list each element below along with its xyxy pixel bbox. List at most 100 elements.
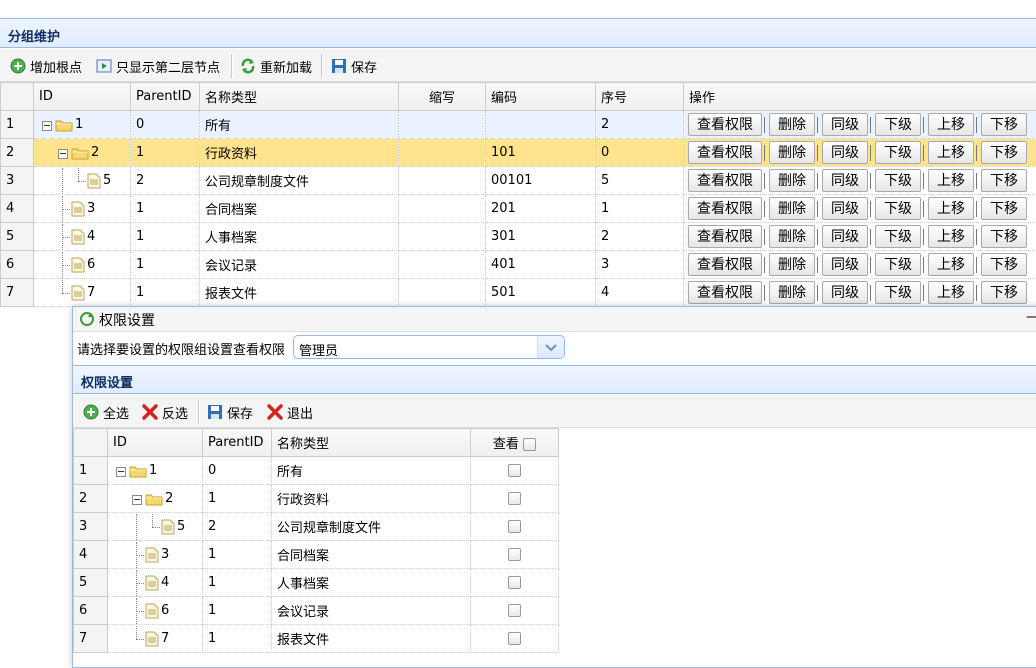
col-header-name[interactable]: 名称类型 (200, 83, 399, 111)
table-row[interactable]: 110所有 (74, 457, 559, 485)
op-separator (817, 145, 821, 161)
view-permission-button[interactable]: 查看权限 (688, 253, 762, 276)
collapse-toggle-icon[interactable] (113, 458, 129, 484)
sub-level-button[interactable]: 下级 (875, 281, 921, 304)
same-level-button[interactable]: 同级 (822, 225, 868, 248)
move-up-button[interactable]: 上移 (928, 113, 974, 136)
move-up-button[interactable]: 上移 (928, 141, 974, 164)
col-header-order[interactable]: 序号 (596, 83, 684, 111)
view-permission-button[interactable]: 查看权限 (688, 169, 762, 192)
node-id: 5 (177, 519, 185, 534)
chevron-down-icon[interactable] (537, 336, 564, 358)
col-header-parent[interactable]: ParentID (131, 83, 200, 111)
reload-button[interactable]: 重新加载 (240, 56, 312, 76)
delete-button[interactable]: 删除 (769, 169, 815, 192)
move-down-button[interactable]: 下移 (981, 169, 1027, 192)
col-header-id[interactable]: ID (34, 83, 131, 111)
table-row[interactable]: 541人事档案3012查看权限删除同级下级上移下移 (1, 223, 1036, 251)
same-level-button[interactable]: 同级 (822, 169, 868, 192)
sub-level-button[interactable]: 下级 (875, 169, 921, 192)
select-all-button[interactable]: 全选 (83, 402, 129, 422)
op-separator (764, 173, 768, 189)
collapse-toggle-icon[interactable] (55, 140, 71, 166)
view-permission-checkbox[interactable] (508, 492, 521, 505)
view-permission-checkbox[interactable] (508, 632, 521, 645)
move-down-button[interactable]: 下移 (981, 113, 1027, 136)
group-combobox[interactable]: 管理员 (293, 335, 565, 359)
table-row[interactable]: 352公司规章制度文件001015查看权限删除同级下级上移下移 (1, 167, 1036, 195)
col-header-abbr[interactable]: 缩写 (399, 83, 486, 111)
sub-level-button[interactable]: 下级 (875, 141, 921, 164)
file-icon (71, 201, 85, 217)
show-second-level-button[interactable]: 只显示第二层节点 (96, 56, 220, 76)
move-up-button[interactable]: 上移 (928, 225, 974, 248)
node-id: 1 (75, 117, 83, 132)
delete-button[interactable]: 删除 (769, 113, 815, 136)
move-down-button[interactable]: 下移 (981, 141, 1027, 164)
delete-button[interactable]: 删除 (769, 281, 815, 304)
minimize-button[interactable]: — (1026, 309, 1036, 325)
view-all-checkbox[interactable] (523, 438, 536, 451)
operations-cell: 查看权限删除同级下级上移下移 (684, 195, 1036, 223)
view-permission-button[interactable]: 查看权限 (688, 281, 762, 304)
delete-button[interactable]: 删除 (769, 225, 815, 248)
view-permission-checkbox[interactable] (508, 548, 521, 561)
view-permission-checkbox[interactable] (508, 576, 521, 589)
delete-button[interactable]: 删除 (769, 141, 815, 164)
view-permission-button[interactable]: 查看权限 (688, 225, 762, 248)
invert-selection-button[interactable]: 反选 (142, 402, 188, 422)
view-permission-button[interactable]: 查看权限 (688, 141, 762, 164)
view-permission-checkbox[interactable] (508, 464, 521, 477)
table-row[interactable]: 110所有2查看权限删除同级下级上移下移 (1, 111, 1036, 139)
move-up-button[interactable]: 上移 (928, 281, 974, 304)
table-row[interactable]: 431合同档案 (74, 541, 559, 569)
move-up-button[interactable]: 上移 (928, 169, 974, 192)
table-row[interactable]: 221行政资料1010查看权限删除同级下级上移下移 (1, 139, 1036, 167)
table-row[interactable]: 541人事档案 (74, 569, 559, 597)
same-level-button[interactable]: 同级 (822, 281, 868, 304)
table-row[interactable]: 661会议记录 (74, 597, 559, 625)
same-level-button[interactable]: 同级 (822, 197, 868, 220)
add-root-button[interactable]: 增加根点 (10, 56, 82, 76)
file-icon (145, 575, 159, 591)
same-level-button[interactable]: 同级 (822, 253, 868, 276)
table-row[interactable]: 431合同档案2011查看权限删除同级下级上移下移 (1, 195, 1036, 223)
same-level-button[interactable]: 同级 (822, 113, 868, 136)
table-row[interactable]: 352公司规章制度文件 (74, 513, 559, 541)
save-button[interactable]: 保存 (331, 56, 377, 76)
sub-level-button[interactable]: 下级 (875, 197, 921, 220)
perm-col-header-view[interactable]: 查看 (471, 429, 559, 457)
code-cell (486, 111, 596, 139)
table-row[interactable]: 221行政资料 (74, 485, 559, 513)
same-level-button[interactable]: 同级 (822, 141, 868, 164)
sub-level-button[interactable]: 下级 (875, 253, 921, 276)
perm-col-header-parent[interactable]: ParentID (203, 429, 272, 457)
collapse-toggle-icon[interactable] (129, 486, 145, 512)
delete-button[interactable]: 删除 (769, 197, 815, 220)
delete-button[interactable]: 删除 (769, 253, 815, 276)
sub-level-button[interactable]: 下级 (875, 225, 921, 248)
move-down-button[interactable]: 下移 (981, 225, 1027, 248)
move-down-button[interactable]: 下移 (981, 197, 1027, 220)
view-permission-checkbox[interactable] (508, 520, 521, 533)
collapse-toggle-icon[interactable] (39, 112, 55, 138)
move-down-button[interactable]: 下移 (981, 253, 1027, 276)
view-permission-button[interactable]: 查看权限 (688, 197, 762, 220)
col-header-ops[interactable]: 操作 (684, 83, 1036, 111)
table-row[interactable]: 661会议记录4013查看权限删除同级下级上移下移 (1, 251, 1036, 279)
col-header-code[interactable]: 编码 (486, 83, 596, 111)
toolbar-separator (321, 54, 323, 78)
dialog-titlebar[interactable]: 权限设置 — (73, 307, 1036, 332)
dialog-save-button[interactable]: 保存 (207, 402, 253, 422)
table-row[interactable]: 771报表文件5014查看权限删除同级下级上移下移 (1, 279, 1036, 307)
move-down-button[interactable]: 下移 (981, 281, 1027, 304)
sub-level-button[interactable]: 下级 (875, 113, 921, 136)
perm-col-header-id[interactable]: ID (108, 429, 203, 457)
view-permission-button[interactable]: 查看权限 (688, 113, 762, 136)
move-up-button[interactable]: 上移 (928, 197, 974, 220)
exit-button[interactable]: 退出 (267, 402, 313, 422)
perm-col-header-name[interactable]: 名称类型 (272, 429, 471, 457)
move-up-button[interactable]: 上移 (928, 253, 974, 276)
table-row[interactable]: 771报表文件 (74, 625, 559, 653)
view-permission-checkbox[interactable] (508, 604, 521, 617)
